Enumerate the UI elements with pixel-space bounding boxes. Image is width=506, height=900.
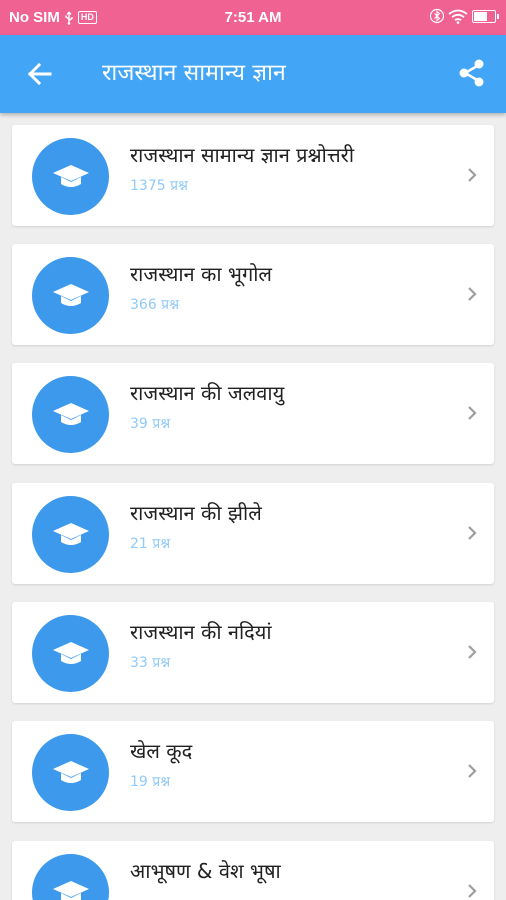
topic-count: 1375 प्रश्न [130,178,188,194]
wifi-icon [448,9,468,24]
topic-title: राजस्थान का भूगोल [130,262,272,286]
battery-icon [472,9,499,23]
topic-card[interactable]: खेल कूद 19 प्रश्न [12,721,494,822]
chevron-right-icon [468,764,477,778]
chevron-right-icon [468,645,477,659]
topic-count: 39 प्रश्न [130,416,171,432]
graduation-cap-icon [52,402,89,425]
topic-title: राजस्थान की जलवायु [130,381,285,405]
topic-title: राजस्थान सामान्य ज्ञान प्रश्नोत्तरी [130,143,355,167]
chevron-right-icon [468,526,477,540]
graduation-cap-icon [52,522,89,545]
app-bar: राजस्थान सामान्य ज्ञान [0,35,506,113]
topic-card[interactable]: राजस्थान की नदियां 33 प्रश्न [12,602,494,703]
topic-count: 366 प्रश्न [130,297,180,313]
topic-avatar [32,496,109,573]
topic-title: आभूषण & वेश भूषा [130,859,281,883]
chevron-right-icon [468,884,477,898]
graduation-cap-icon [52,283,89,306]
topic-count: 21 प्रश्न [130,536,171,552]
status-bar: No SIM HD 7:51 AM [0,0,506,35]
arrow-back-icon [27,62,52,86]
chevron-right-icon [468,406,477,420]
topic-avatar [32,734,109,811]
topic-card[interactable]: आभूषण & वेश भूषा [12,841,494,900]
graduation-cap-icon [52,641,89,664]
topic-avatar [32,257,109,334]
topic-avatar [32,854,109,900]
topic-title: राजस्थान की नदियां [130,620,272,644]
topic-avatar [32,615,109,692]
page-title: राजस्थान सामान्य ज्ञान [102,60,286,86]
topic-list[interactable]: राजस्थान सामान्य ज्ञान प्रश्नोत्तरी 1375… [0,113,506,900]
back-button[interactable] [22,59,56,89]
topic-avatar [32,138,109,215]
topic-card[interactable]: राजस्थान का भूगोल 366 प्रश्न [12,244,494,345]
status-right [430,8,499,24]
topic-title: खेल कूद [130,739,193,763]
topic-count: 19 प्रश्न [130,774,171,790]
share-button[interactable] [456,57,488,89]
topic-card[interactable]: राजस्थान सामान्य ज्ञान प्रश्नोत्तरी 1375… [12,125,494,226]
graduation-cap-icon [52,760,89,783]
bluetooth-icon [430,8,444,24]
topic-title: राजस्थान की झीले [130,501,262,525]
graduation-cap-icon [52,164,89,187]
graduation-cap-icon [52,880,89,900]
topic-card[interactable]: राजस्थान की जलवायु 39 प्रश्न [12,363,494,464]
topic-count: 33 प्रश्न [130,655,171,671]
chevron-right-icon [468,287,477,301]
chevron-right-icon [468,168,477,182]
share-icon [459,59,484,87]
topic-avatar [32,376,109,453]
topic-card[interactable]: राजस्थान की झीले 21 प्रश्न [12,483,494,584]
